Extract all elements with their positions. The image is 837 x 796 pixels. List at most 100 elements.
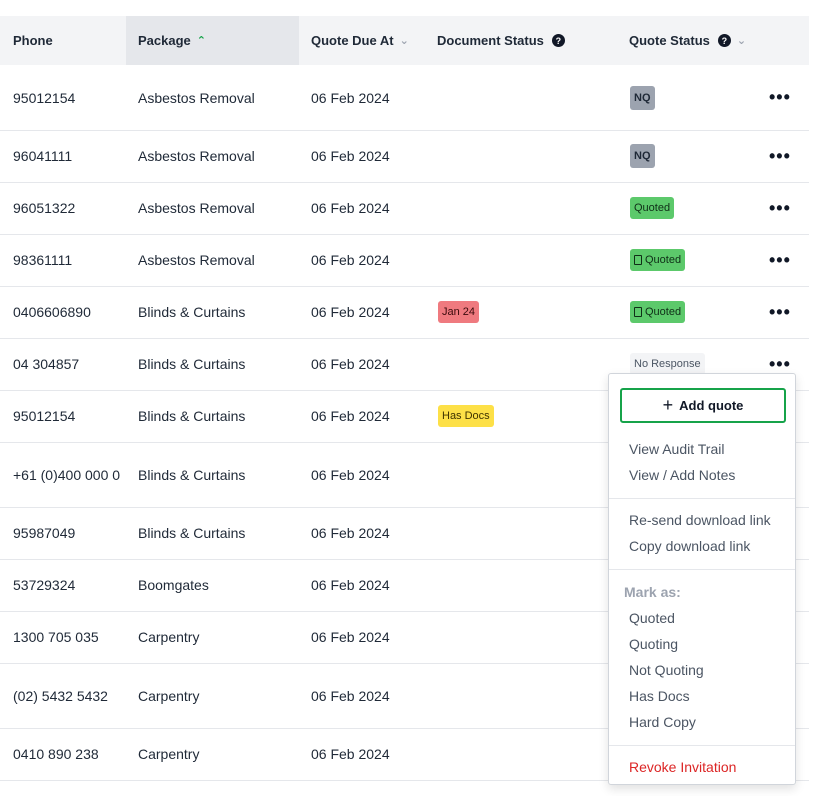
phone-cell: 95012154 xyxy=(13,408,76,424)
document-status-cell: Has Docs xyxy=(438,390,494,442)
add-quote-button[interactable]: + Add quote xyxy=(620,388,786,423)
table-header: Phone Package ⌃ Quote Due At ⌄ Document … xyxy=(0,16,809,65)
menu-divider xyxy=(609,569,795,570)
phone-cell: 04 304857 xyxy=(13,356,80,372)
quote-due-cell: 06 Feb 2024 xyxy=(311,525,390,541)
column-header-label: Quote Status xyxy=(629,33,710,48)
sort-ascending-icon[interactable]: ⌃ xyxy=(197,34,206,47)
quote-due-cell: 06 Feb 2024 xyxy=(311,304,390,320)
mark-not-quoting-item[interactable]: Not Quoting xyxy=(629,662,704,678)
column-header-quote-status[interactable]: Quote Status ? ⌄ xyxy=(629,16,746,65)
quote-status-badge: Quoted xyxy=(630,197,675,219)
quote-status-badge: No Response xyxy=(630,353,705,375)
mark-quoted-item[interactable]: Quoted xyxy=(629,610,675,626)
menu-divider xyxy=(609,498,795,499)
quote-status-text: Quoted xyxy=(645,306,682,318)
document-status-cell: Jan 24 xyxy=(438,286,480,338)
view-add-notes-item[interactable]: View / Add Notes xyxy=(629,467,735,483)
mark-as-label: Mark as: xyxy=(624,584,681,600)
quote-status-cell: NQ xyxy=(630,65,655,130)
package-cell: Carpentry xyxy=(138,746,200,762)
package-cell: Boomgates xyxy=(138,577,209,593)
quotes-table: Phone Package ⌃ Quote Due At ⌄ Document … xyxy=(0,16,809,781)
more-actions-icon[interactable]: ••• xyxy=(769,286,791,338)
quote-due-cell: 06 Feb 2024 xyxy=(311,356,390,372)
package-cell: Blinds & Curtains xyxy=(138,356,246,372)
phone-cell: 53729324 xyxy=(13,577,76,593)
package-cell: Blinds & Curtains xyxy=(138,408,246,424)
quote-due-cell: 06 Feb 2024 xyxy=(311,89,390,106)
row-actions-menu: + Add quote View Audit Trail View / Add … xyxy=(608,373,796,785)
more-actions-icon[interactable]: ••• xyxy=(769,130,791,182)
column-header-phone[interactable]: Phone xyxy=(13,16,53,65)
phone-cell: 95987049 xyxy=(13,525,76,541)
quote-due-cell: 06 Feb 2024 xyxy=(311,629,390,645)
phone-cell: 96041111 xyxy=(13,148,73,164)
quote-due-cell: 06 Feb 2024 xyxy=(311,148,390,164)
phone-cell: 98361111 xyxy=(13,252,73,268)
phone-cell: 96051322 xyxy=(13,200,76,216)
column-header-document-status: Document Status ? xyxy=(437,16,565,65)
phone-cell: 0406606890 xyxy=(13,304,91,320)
quote-status-badge: NQ xyxy=(630,85,655,110)
table-row[interactable]: 98361111 Asbestos Removal 06 Feb 2024 Quote… xyxy=(0,234,809,287)
document-status-badge: Has Docs xyxy=(438,405,494,427)
quote-due-cell: 06 Feb 2024 xyxy=(311,687,390,704)
package-cell: Carpentry xyxy=(138,629,200,645)
phone-cell: 95012154 xyxy=(13,89,76,106)
package-cell: Blinds & Curtains xyxy=(138,466,246,483)
phone-cell: +61 (0)400 000 0 xyxy=(13,466,121,483)
package-cell: Blinds & Curtains xyxy=(138,525,246,541)
quote-due-cell: 06 Feb 2024 xyxy=(311,252,390,268)
column-header-package[interactable]: Package ⌃ xyxy=(126,16,299,65)
package-cell: Asbestos Removal xyxy=(138,148,255,164)
quote-status-cell: Quoted xyxy=(630,286,686,338)
quote-status-cell: Quoted xyxy=(630,234,686,286)
document-status-badge: Jan 24 xyxy=(438,301,480,323)
menu-divider xyxy=(609,745,795,746)
quote-status-cell: Quoted xyxy=(630,182,675,234)
phone-cell: 1300 705 035 xyxy=(13,629,99,645)
help-icon[interactable]: ? xyxy=(717,34,731,47)
document-icon xyxy=(634,307,642,317)
plus-icon: + xyxy=(662,395,674,415)
quote-status-text: Quoted xyxy=(634,202,671,214)
package-cell: Asbestos Removal xyxy=(138,89,255,106)
package-cell: Carpentry xyxy=(138,687,200,704)
quote-status-badge: Quoted xyxy=(630,249,686,271)
quote-due-cell: 06 Feb 2024 xyxy=(311,577,390,593)
resend-download-link-item[interactable]: Re-send download link xyxy=(629,512,771,528)
table-row[interactable]: 96051322 Asbestos Removal 06 Feb 2024 Quote… xyxy=(0,182,809,235)
column-header-label: Phone xyxy=(13,33,53,48)
mark-quoting-item[interactable]: Quoting xyxy=(629,636,678,652)
more-actions-icon[interactable]: ••• xyxy=(769,234,791,286)
phone-cell: (02) 5432 5432 xyxy=(13,687,108,704)
quote-status-text: No Response xyxy=(634,358,701,370)
column-header-quote-due[interactable]: Quote Due At ⌄ xyxy=(311,16,409,65)
column-header-label: Quote Due At xyxy=(311,33,394,48)
quote-due-cell: 06 Feb 2024 xyxy=(311,466,390,483)
mark-has-docs-item[interactable]: Has Docs xyxy=(629,688,690,704)
quote-due-cell: 06 Feb 2024 xyxy=(311,408,390,424)
table-row[interactable]: 96041111 Asbestos Removal 06 Feb 2024 NQ ••• xyxy=(0,130,809,183)
quote-due-cell: 06 Feb 2024 xyxy=(311,200,390,216)
table-row[interactable]: 95012154 Asbestos Removal 06 Feb 2024 NQ ••• xyxy=(0,65,809,131)
revoke-invitation-item[interactable]: Revoke Invitation xyxy=(629,759,736,775)
sort-icon[interactable]: ⌄ xyxy=(400,34,409,47)
package-cell: Blinds & Curtains xyxy=(138,304,246,320)
column-header-label: Document Status xyxy=(437,33,544,48)
quote-due-cell: 06 Feb 2024 xyxy=(311,746,390,762)
package-cell: Asbestos Removal xyxy=(138,252,255,268)
quote-status-text: Quoted xyxy=(645,254,682,266)
quote-status-text: NQ xyxy=(634,150,651,162)
view-audit-trail-item[interactable]: View Audit Trail xyxy=(629,441,724,457)
more-actions-icon[interactable]: ••• xyxy=(769,65,791,130)
more-actions-icon[interactable]: ••• xyxy=(769,182,791,234)
sort-icon[interactable]: ⌄ xyxy=(737,34,746,47)
copy-download-link-item[interactable]: Copy download link xyxy=(629,538,750,554)
quote-status-badge: NQ xyxy=(630,144,655,168)
table-row[interactable]: 0406606890 Blinds & Curtains 06 Feb 2024 Ja… xyxy=(0,286,809,339)
help-icon[interactable]: ? xyxy=(551,34,565,47)
quote-status-text: NQ xyxy=(634,91,651,104)
mark-hard-copy-item[interactable]: Hard Copy xyxy=(629,714,696,730)
